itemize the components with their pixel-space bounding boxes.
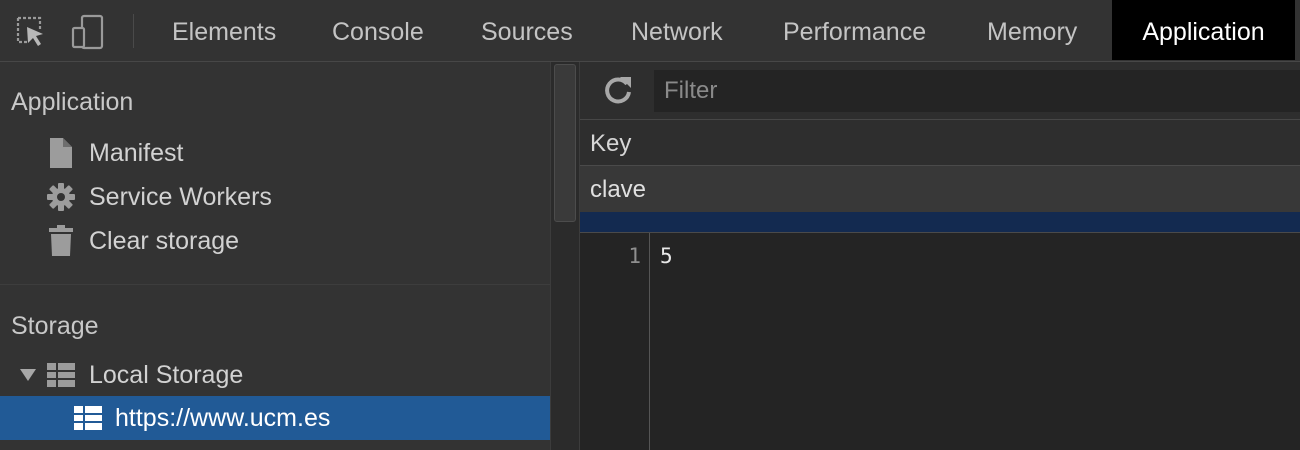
document-icon xyxy=(50,138,72,168)
table-icon xyxy=(47,363,75,387)
sidebar-divider xyxy=(0,284,550,285)
sidebar-item-label: Clear storage xyxy=(89,227,240,255)
tab-memory[interactable]: Memory xyxy=(987,0,1077,60)
sidebar-item-local-storage-origin[interactable]: https://www.ucm.es xyxy=(0,396,550,440)
tab-network[interactable]: Network xyxy=(631,0,723,60)
filter-toolbar xyxy=(580,62,1300,120)
sidebar-item-service-workers[interactable]: Service Workers xyxy=(0,175,550,219)
sidebar-item-manifest[interactable]: Manifest xyxy=(0,131,550,175)
triangle-down-icon[interactable] xyxy=(20,369,36,381)
storage-items-panel: Key clave 1 5 xyxy=(580,62,1300,450)
filter-input[interactable] xyxy=(654,70,1300,112)
toolbar-separator xyxy=(133,14,134,48)
line-number: 1 xyxy=(628,244,641,268)
inspect-element-icon[interactable] xyxy=(12,14,48,50)
tab-console[interactable]: Console xyxy=(332,0,424,60)
trash-icon xyxy=(49,225,73,256)
scrollbar-thumb[interactable] xyxy=(554,64,576,222)
key-column-header[interactable]: Key xyxy=(580,120,1300,166)
table-row[interactable]: clave xyxy=(580,166,1300,212)
sidebar-scrollbar[interactable] xyxy=(550,62,580,450)
devtools-tab-bar: Elements Console Sources Network Perform… xyxy=(0,0,1300,62)
tab-application[interactable]: Application xyxy=(1112,0,1295,60)
table-icon xyxy=(74,406,102,430)
tab-elements[interactable]: Elements xyxy=(172,0,276,60)
sidebar-item-label: Service Workers xyxy=(89,183,272,211)
refresh-icon[interactable] xyxy=(602,74,634,106)
sidebar-item-label: Local Storage xyxy=(89,361,244,389)
row-key: clave xyxy=(590,176,647,203)
value-preview: 1 5 xyxy=(580,233,1300,450)
tab-performance[interactable]: Performance xyxy=(783,0,926,60)
key-header-label: Key xyxy=(590,130,632,157)
application-section-title: Application xyxy=(11,88,134,116)
tab-sources[interactable]: Sources xyxy=(481,0,573,60)
sidebar-item-label: https://www.ucm.es xyxy=(115,404,331,432)
sidebar-item-clear-storage[interactable]: Clear storage xyxy=(0,219,550,263)
value-text[interactable]: 5 xyxy=(660,244,673,268)
gear-icon xyxy=(47,183,75,211)
storage-section-title: Storage xyxy=(11,312,99,340)
table-row-empty[interactable] xyxy=(580,212,1300,233)
sidebar-item-label: Manifest xyxy=(89,139,184,167)
device-toolbar-icon[interactable] xyxy=(70,14,106,50)
sidebar-item-local-storage[interactable]: Local Storage xyxy=(0,353,550,397)
line-gutter: 1 xyxy=(580,233,650,450)
application-sidebar: Application Manifest Service Workers Cle… xyxy=(0,62,550,450)
